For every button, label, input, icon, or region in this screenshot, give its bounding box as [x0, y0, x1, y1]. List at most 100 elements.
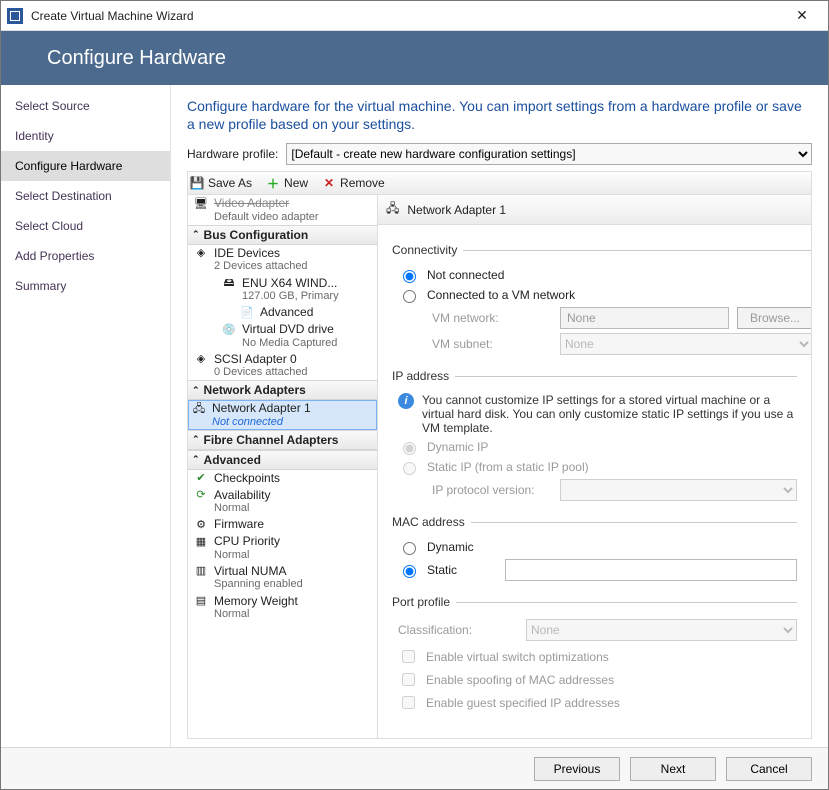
tree-disk[interactable]: 🖴 ENU X64 WIND... 127.00 GB, Primary — [188, 275, 377, 305]
tree-scsi[interactable]: ◈ SCSI Adapter 0 0 Devices attached — [188, 351, 377, 381]
port-legend: Port profile — [392, 595, 456, 609]
remove-icon: ✕ — [322, 176, 336, 190]
banner-title: Configure Hardware — [47, 47, 226, 70]
classification-select: None — [526, 619, 797, 641]
window-title: Create Virtual Machine Wizard — [31, 9, 782, 23]
ip-note: You cannot customize IP settings for a s… — [422, 393, 797, 435]
titlebar: Create Virtual Machine Wizard ✕ — [1, 1, 828, 31]
remove-button[interactable]: ✕ Remove — [322, 176, 385, 190]
tree-advanced-disk[interactable]: 📄 Advanced — [188, 304, 377, 321]
save-as-button[interactable]: 💾 Save As — [190, 176, 252, 190]
chk-guest-ip — [402, 696, 415, 709]
nav-select-destination[interactable]: Select Destination — [1, 181, 170, 211]
banner: Configure Hardware — [1, 31, 828, 85]
vm-network-input — [560, 307, 729, 329]
new-button[interactable]: ＋ New — [266, 176, 308, 190]
advanced-icon: 📄 — [240, 306, 254, 320]
connectivity-legend: Connectivity — [392, 243, 463, 257]
plus-icon: ＋ — [266, 176, 280, 190]
save-as-label: Save As — [208, 176, 252, 190]
vm-network-label: VM network: — [432, 311, 552, 325]
new-label: New — [284, 176, 308, 190]
collapse-icon: ⌃ — [192, 434, 200, 445]
tree-memory-weight[interactable]: ▤ Memory Weight Normal — [188, 593, 377, 623]
classification-label: Classification: — [398, 623, 518, 637]
firmware-icon: ⚙ — [194, 518, 208, 532]
label-guest-ip: Enable guest specified IP addresses — [426, 696, 620, 710]
hardware-profile-select[interactable]: [Default - create new hardware configura… — [286, 143, 812, 165]
nic-icon: 🖧 — [386, 199, 399, 220]
remove-label: Remove — [340, 176, 385, 190]
tree-bus-header[interactable]: ⌃Bus Configuration — [188, 225, 377, 245]
tree-dvd[interactable]: 💿 Virtual DVD drive No Media Captured — [188, 321, 377, 351]
tree-video-adapter[interactable]: 🖥 Video Adapter Default video adapter — [188, 195, 377, 225]
tree-network-header[interactable]: ⌃Network Adapters — [188, 380, 377, 400]
label-mac-spoof: Enable spoofing of MAC addresses — [426, 673, 614, 687]
vm-subnet-label: VM subnet: — [432, 337, 552, 351]
radio-mac-dynamic[interactable] — [403, 542, 416, 555]
radio-connected[interactable] — [403, 290, 416, 303]
memory-icon: ▤ — [194, 595, 208, 609]
radio-not-connected[interactable] — [403, 270, 416, 283]
scsi-icon: ◈ — [194, 353, 208, 367]
close-button[interactable]: ✕ — [782, 7, 822, 24]
radio-static-ip — [403, 462, 416, 475]
hardware-tree[interactable]: 🖥 Video Adapter Default video adapter ⌃B… — [188, 195, 378, 738]
tree-checkpoints[interactable]: ✔ Checkpoints — [188, 470, 377, 487]
nav-add-properties[interactable]: Add Properties — [1, 241, 170, 271]
vm-subnet-select: None — [560, 333, 811, 355]
radio-mac-static[interactable] — [403, 565, 416, 578]
nav-configure-hardware[interactable]: Configure Hardware — [1, 151, 170, 181]
nav-select-source[interactable]: Select Source — [1, 91, 170, 121]
tree-video-title: Video Adapter — [214, 196, 319, 210]
intro-text: Configure hardware for the virtual machi… — [187, 97, 812, 133]
label-mac-static: Static — [427, 563, 497, 577]
cpu-icon: ▦ — [194, 535, 208, 549]
dvd-icon: 💿 — [222, 323, 236, 337]
ip-ver-select — [560, 479, 797, 501]
footer: Previous Next Cancel — [1, 747, 828, 789]
ip-legend: IP address — [392, 369, 455, 383]
chk-vswitch-opt — [402, 650, 415, 663]
radio-dynamic-ip — [403, 442, 416, 455]
save-icon: 💾 — [190, 176, 204, 190]
disk-icon: 🖴 — [222, 277, 236, 291]
collapse-icon: ⌃ — [192, 385, 200, 396]
hardware-profile-label: Hardware profile: — [187, 147, 278, 161]
nav-identity[interactable]: Identity — [1, 121, 170, 151]
label-not-connected: Not connected — [427, 268, 504, 282]
previous-button[interactable]: Previous — [534, 757, 620, 781]
tree-fc-header[interactable]: ⌃Fibre Channel Adapters — [188, 430, 377, 450]
tree-network-adapter-1[interactable]: 🖧 Network Adapter 1 Not connected — [188, 400, 377, 430]
nic-icon: 🖧 — [192, 402, 206, 416]
tree-availability[interactable]: ⟳ Availability Normal — [188, 487, 377, 517]
availability-icon: ⟳ — [194, 489, 208, 503]
tree-firmware[interactable]: ⚙ Firmware — [188, 516, 377, 533]
nav-select-cloud[interactable]: Select Cloud — [1, 211, 170, 241]
collapse-icon: ⌃ — [192, 454, 200, 465]
browse-button: Browse... — [737, 307, 811, 329]
tree-advanced-header[interactable]: ⌃Advanced — [188, 450, 377, 470]
label-vswitch-opt: Enable virtual switch optimizations — [426, 650, 609, 664]
next-button[interactable]: Next — [630, 757, 716, 781]
nav-summary[interactable]: Summary — [1, 271, 170, 301]
tree-virtual-numa[interactable]: ▥ Virtual NUMA Spanning enabled — [188, 563, 377, 593]
mac-static-input[interactable] — [505, 559, 797, 581]
detail-pane: 🖧 Network Adapter 1 Connectivity Not con… — [378, 195, 811, 738]
main-pane: Configure hardware for the virtual machi… — [171, 85, 828, 747]
label-static-ip: Static IP (from a static IP pool) — [427, 460, 589, 474]
ide-icon: ◈ — [194, 247, 208, 261]
tree-video-sub: Default video adapter — [214, 211, 319, 224]
info-icon: i — [398, 393, 414, 409]
tree-cpu-priority[interactable]: ▦ CPU Priority Normal — [188, 533, 377, 563]
cancel-button[interactable]: Cancel — [726, 757, 812, 781]
app-icon — [7, 8, 23, 24]
wizard-nav: Select Source Identity Configure Hardwar… — [1, 85, 171, 747]
toolbar: 💾 Save As ＋ New ✕ Remove — [187, 171, 812, 195]
label-dynamic-ip: Dynamic IP — [427, 440, 488, 454]
checkpoint-icon: ✔ — [194, 472, 208, 486]
label-connected: Connected to a VM network — [427, 288, 575, 302]
chk-mac-spoof — [402, 673, 415, 686]
tree-ide-devices[interactable]: ◈ IDE Devices 2 Devices attached — [188, 245, 377, 275]
mac-legend: MAC address — [392, 515, 471, 529]
